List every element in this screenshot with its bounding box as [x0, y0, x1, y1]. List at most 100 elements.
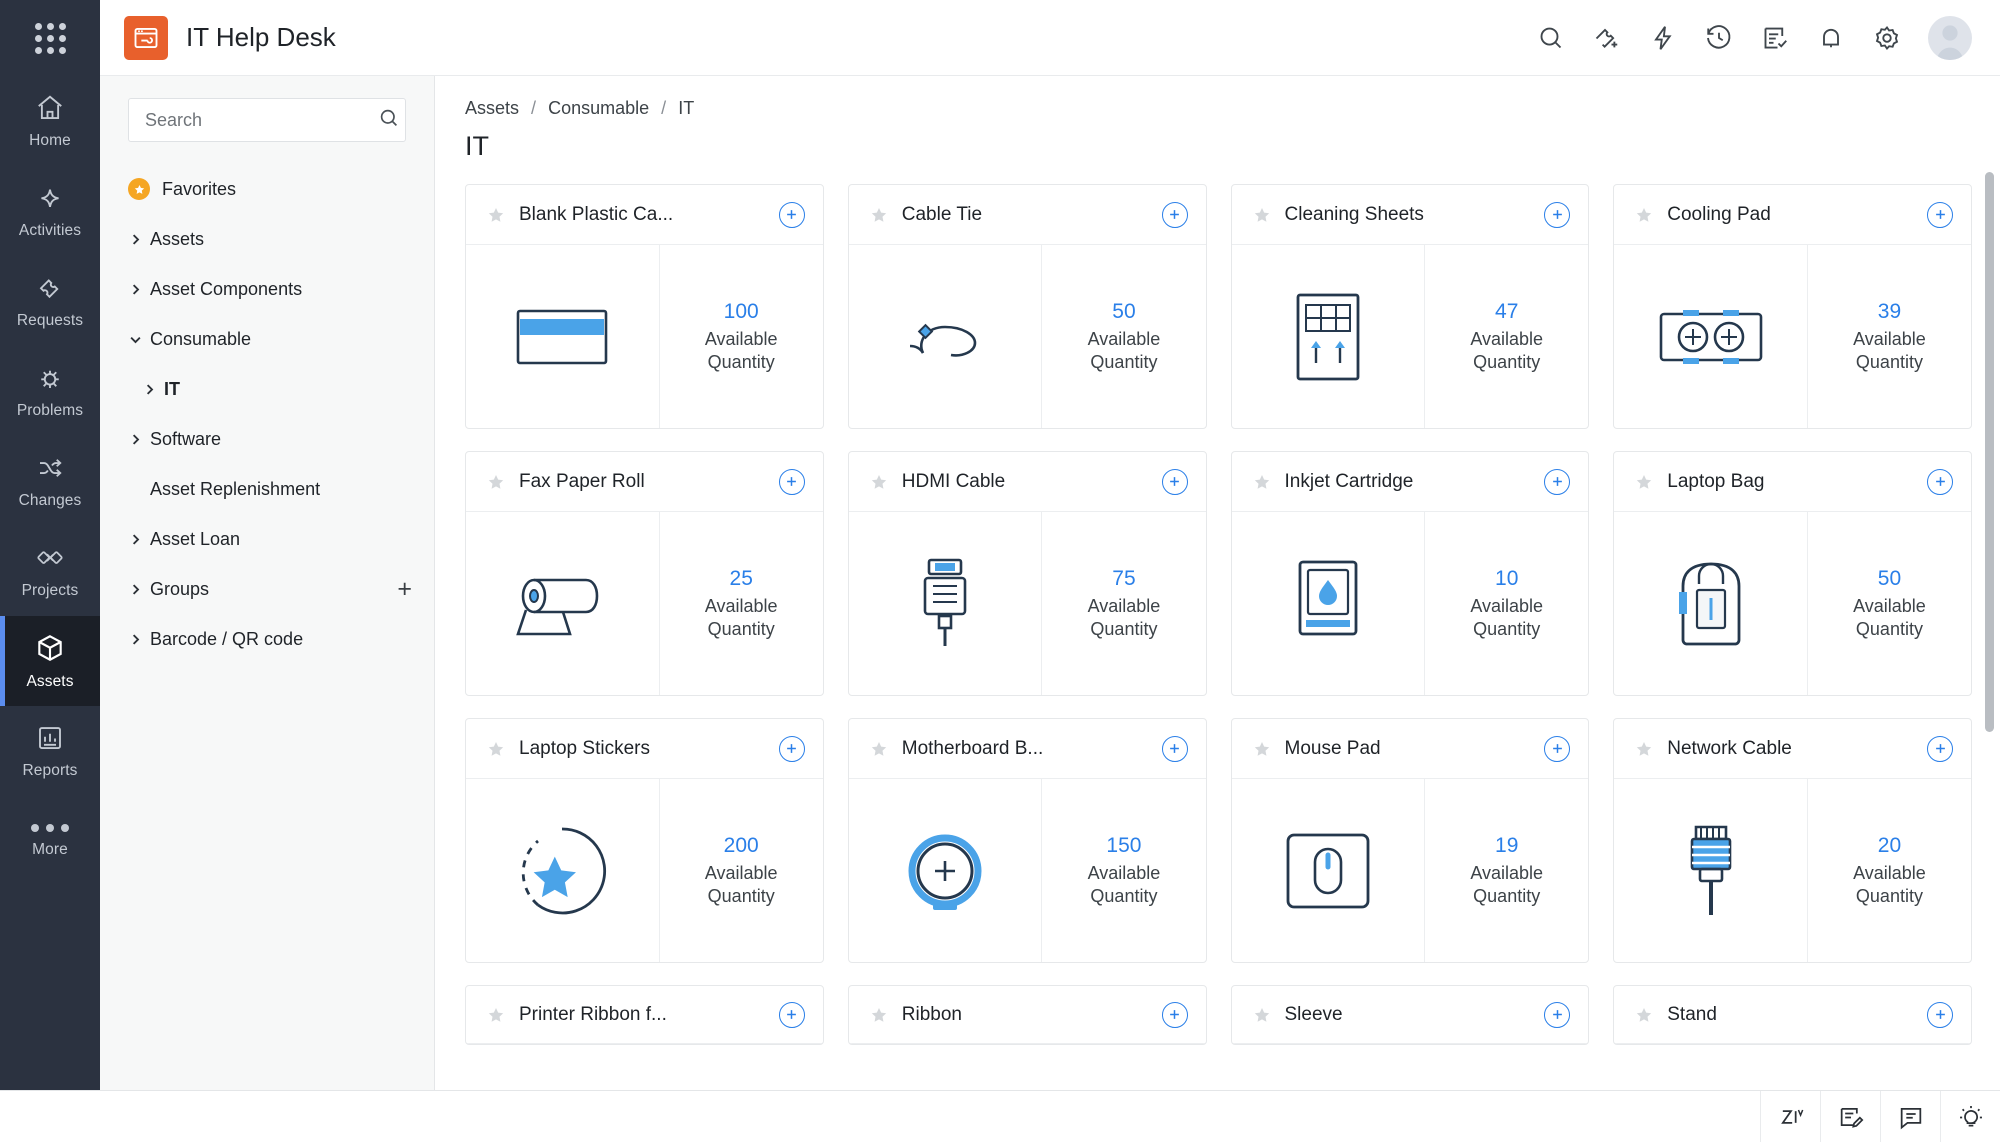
favorite-star-icon[interactable] [869, 1005, 889, 1025]
rail-item-problems[interactable]: Problems [0, 346, 100, 436]
sidebar-item-it[interactable]: IT [100, 364, 434, 414]
card-cable-tie[interactable]: Cable Tie 50 AvailableQuantity [848, 184, 1207, 429]
add-item-button[interactable] [1927, 736, 1953, 762]
card-fax-paper-roll[interactable]: Fax Paper Roll 25 AvailableQuantity [465, 451, 824, 696]
add-ticket-icon[interactable] [1592, 23, 1622, 53]
sidebar-item-favorites[interactable]: Favorites [100, 164, 434, 214]
add-item-button[interactable] [1162, 202, 1188, 228]
chevron-right-icon[interactable] [142, 382, 164, 397]
add-item-button[interactable] [1162, 469, 1188, 495]
history-clock-icon[interactable] [1704, 23, 1734, 53]
favorite-star-icon[interactable] [486, 739, 506, 759]
sidebar-item-barcode-qr[interactable]: Barcode / QR code [100, 614, 434, 664]
add-item-button[interactable] [779, 469, 805, 495]
favorite-star-icon[interactable] [1252, 472, 1272, 492]
chevron-right-icon[interactable] [128, 532, 150, 547]
breadcrumb-consumable[interactable]: Consumable [548, 98, 649, 118]
add-item-button[interactable] [1162, 736, 1188, 762]
rail-item-more[interactable]: More [0, 796, 100, 886]
add-item-button[interactable] [1162, 1002, 1188, 1028]
favorite-star-icon[interactable] [1252, 205, 1272, 225]
rail-item-projects[interactable]: Projects [0, 526, 100, 616]
card-inkjet-cartridge[interactable]: Inkjet Cartridge 10 AvailableQuantity [1231, 451, 1590, 696]
card-mouse-pad[interactable]: Mouse Pad 19 AvailableQuantity [1231, 718, 1590, 963]
card-ribbon[interactable]: Ribbon [848, 985, 1207, 1045]
breadcrumb-assets[interactable]: Assets [465, 98, 519, 118]
favorite-star-icon[interactable] [486, 1005, 506, 1025]
search-icon[interactable] [377, 106, 401, 135]
search-input[interactable] [145, 110, 377, 131]
notifications-bell-icon[interactable] [1816, 23, 1846, 53]
card-cooling-pad[interactable]: Cooling Pad 39 AvailableQuantity [1613, 184, 1972, 429]
chevron-right-icon[interactable] [128, 582, 150, 597]
sidebar-item-asset-replenishment[interactable]: Asset Replenishment [100, 464, 434, 514]
card-stand[interactable]: Stand [1613, 985, 1972, 1045]
card-blank-plastic-card[interactable]: Blank Plastic Ca... 100 AvailableQuantit… [465, 184, 824, 429]
card-laptop-bag[interactable]: Laptop Bag 50 AvailableQuantity [1613, 451, 1972, 696]
add-item-button[interactable] [1927, 1002, 1953, 1028]
scrollbar-thumb[interactable] [1985, 172, 1994, 732]
add-item-button[interactable] [1544, 736, 1570, 762]
favorite-star-icon[interactable] [486, 472, 506, 492]
search-box[interactable] [128, 98, 406, 142]
breadcrumb-it[interactable]: IT [678, 98, 694, 118]
add-item-button[interactable] [1927, 202, 1953, 228]
favorite-star-icon[interactable] [869, 739, 889, 759]
brand[interactable]: IT Help Desk [124, 16, 336, 60]
favorite-star-icon[interactable] [1252, 739, 1272, 759]
avatar[interactable] [1928, 16, 1972, 60]
add-item-button[interactable] [779, 736, 805, 762]
add-item-button[interactable] [1544, 202, 1570, 228]
rail-item-requests[interactable]: Requests [0, 256, 100, 346]
card-hdmi-cable[interactable]: HDMI Cable 75 AvailableQuantity [848, 451, 1207, 696]
favorite-star-icon[interactable] [1634, 205, 1654, 225]
rail-item-assets[interactable]: Assets [0, 616, 100, 706]
sidebar-item-asset-components[interactable]: Asset Components [100, 264, 434, 314]
edit-note-icon[interactable] [1820, 1091, 1880, 1142]
chevron-right-icon[interactable] [128, 232, 150, 247]
add-group-button[interactable]: + [397, 577, 412, 602]
card-motherboard-battery[interactable]: Motherboard B... 150 AvailableQuantity [848, 718, 1207, 963]
card-sleeve[interactable]: Sleeve [1231, 985, 1590, 1045]
add-item-button[interactable] [1544, 469, 1570, 495]
task-list-icon[interactable] [1760, 23, 1790, 53]
card-laptop-stickers[interactable]: Laptop Stickers 200 AvailableQuantity [465, 718, 824, 963]
sidebar-item-software[interactable]: Software [100, 414, 434, 464]
search-icon[interactable] [1536, 23, 1566, 53]
favorite-star-icon[interactable] [1252, 1005, 1272, 1025]
card-network-cable[interactable]: Network Cable 20 AvailableQuantity [1613, 718, 1972, 963]
chevron-right-icon[interactable] [128, 282, 150, 297]
app-switcher-button[interactable] [0, 0, 100, 76]
favorite-star-icon[interactable] [869, 205, 889, 225]
settings-gear-icon[interactable] [1872, 23, 1902, 53]
consumables-card-grid-partial: Printer Ribbon f... Ribbon [435, 963, 2000, 1045]
zia-assistant-icon[interactable] [1760, 1091, 1820, 1142]
card-cleaning-sheets[interactable]: Cleaning Sheets 47 AvailableQuantity [1231, 184, 1590, 429]
card-title: Cleaning Sheets [1285, 204, 1424, 226]
add-item-button[interactable] [1544, 1002, 1570, 1028]
rail-item-home[interactable]: Home [0, 76, 100, 166]
tips-bulb-icon[interactable] [1940, 1091, 2000, 1142]
rail-item-reports[interactable]: Reports [0, 706, 100, 796]
rail-item-changes[interactable]: Changes [0, 436, 100, 526]
favorite-star-icon[interactable] [869, 472, 889, 492]
rail-item-activities[interactable]: Activities [0, 166, 100, 256]
sidebar-item-assets[interactable]: Assets [100, 214, 434, 264]
sidebar-item-asset-loan[interactable]: Asset Loan [100, 514, 434, 564]
add-item-button[interactable] [1927, 469, 1953, 495]
sidebar-item-consumable[interactable]: Consumable [100, 314, 434, 364]
favorite-star-icon[interactable] [1634, 472, 1654, 492]
sidebar-item-groups[interactable]: Groups + [100, 564, 434, 614]
quick-action-lightning-icon[interactable] [1648, 23, 1678, 53]
favorite-star-icon[interactable] [1634, 1005, 1654, 1025]
add-item-button[interactable] [779, 202, 805, 228]
favorite-star-icon[interactable] [486, 205, 506, 225]
chat-icon[interactable] [1880, 1091, 1940, 1142]
scrollbar-track[interactable] [1988, 76, 1997, 1142]
favorite-star-icon[interactable] [1634, 739, 1654, 759]
chevron-right-icon[interactable] [128, 432, 150, 447]
chevron-down-icon[interactable] [128, 332, 150, 347]
card-printer-ribbon[interactable]: Printer Ribbon f... [465, 985, 824, 1045]
add-item-button[interactable] [779, 1002, 805, 1028]
chevron-right-icon[interactable] [128, 632, 150, 647]
